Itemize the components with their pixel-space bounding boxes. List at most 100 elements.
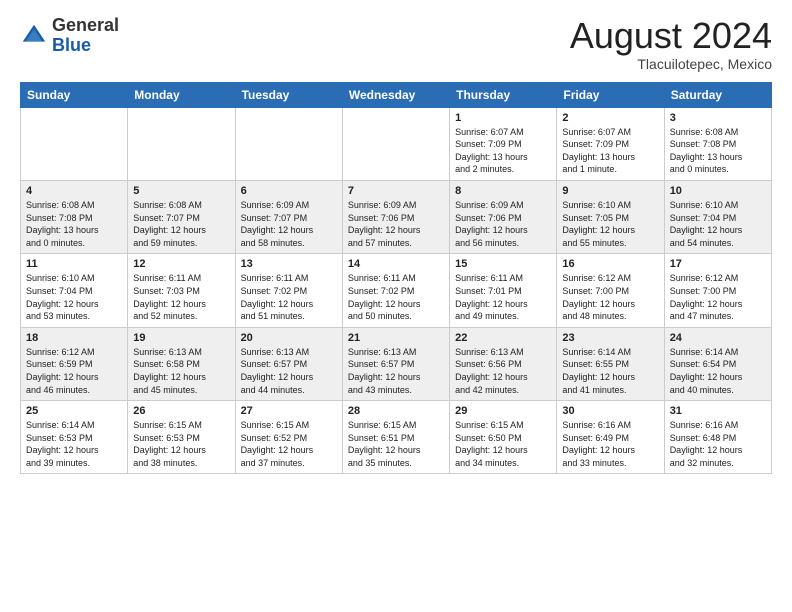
- calendar-week-3: 11 Sunrise: 6:10 AM Sunset: 7:04 PM Dayli…: [21, 254, 772, 327]
- calendar-cell: 31Sunrise: 6:16 AM Sunset: 6:48 PM Dayli…: [664, 401, 771, 474]
- title-block: August 2024 Tlacuilotepec, Mexico: [570, 16, 772, 72]
- day-number: 12: [133, 258, 229, 270]
- calendar-cell: 18 Sunrise: 6:12 AM Sunset: 6:59 PM Dayli…: [21, 327, 128, 400]
- day-number: 8: [455, 185, 551, 197]
- day-number: 20: [241, 332, 337, 344]
- day-info: Sunrise: 6:13 AM Sunset: 6:57 PM Dayligh…: [348, 346, 444, 396]
- calendar-week-4: 18 Sunrise: 6:12 AM Sunset: 6:59 PM Dayli…: [21, 327, 772, 400]
- calendar-cell: 14 Sunrise: 6:11 AM Sunset: 7:02 PM Dayli…: [342, 254, 449, 327]
- calendar-cell: 7 Sunrise: 6:09 AM Sunset: 7:06 PM Daylig…: [342, 180, 449, 253]
- calendar-cell: 4Sunrise: 6:08 AM Sunset: 7:08 PM Daylig…: [21, 180, 128, 253]
- calendar-cell: 20 Sunrise: 6:13 AM Sunset: 6:57 PM Dayli…: [235, 327, 342, 400]
- calendar-cell: 30 Sunrise: 6:16 AM Sunset: 6:49 PM Dayli…: [557, 401, 664, 474]
- header: General Blue August 2024 Tlacuilotepec, …: [20, 16, 772, 72]
- day-info: Sunrise: 6:09 AM Sunset: 7:06 PM Dayligh…: [348, 199, 444, 249]
- day-info: Sunrise: 6:11 AM Sunset: 7:01 PM Dayligh…: [455, 272, 551, 322]
- col-header-wednesday: Wednesday: [342, 82, 449, 107]
- calendar-cell: 25Sunrise: 6:14 AM Sunset: 6:53 PM Dayli…: [21, 401, 128, 474]
- calendar-cell: 1 Sunrise: 6:07 AM Sunset: 7:09 PM Daylig…: [450, 107, 557, 180]
- calendar-cell: 23Sunrise: 6:14 AM Sunset: 6:55 PM Dayli…: [557, 327, 664, 400]
- day-info: Sunrise: 6:12 AM Sunset: 7:00 PM Dayligh…: [670, 272, 766, 322]
- calendar-cell: 21 Sunrise: 6:13 AM Sunset: 6:57 PM Dayli…: [342, 327, 449, 400]
- page: General Blue August 2024 Tlacuilotepec, …: [0, 0, 792, 612]
- day-info: Sunrise: 6:14 AM Sunset: 6:54 PM Dayligh…: [670, 346, 766, 396]
- day-info: Sunrise: 6:12 AM Sunset: 7:00 PM Dayligh…: [562, 272, 658, 322]
- day-number: 21: [348, 332, 444, 344]
- day-number: 24: [670, 332, 766, 344]
- day-info: Sunrise: 6:15 AM Sunset: 6:51 PM Dayligh…: [348, 419, 444, 469]
- day-number: 16: [562, 258, 658, 270]
- calendar-cell: 28Sunrise: 6:15 AM Sunset: 6:51 PM Dayli…: [342, 401, 449, 474]
- calendar-cell: 2Sunrise: 6:07 AM Sunset: 7:09 PM Daylig…: [557, 107, 664, 180]
- day-number: 5: [133, 185, 229, 197]
- day-info: Sunrise: 6:13 AM Sunset: 6:56 PM Dayligh…: [455, 346, 551, 396]
- day-info: Sunrise: 6:10 AM Sunset: 7:04 PM Dayligh…: [26, 272, 122, 322]
- calendar-cell: [342, 107, 449, 180]
- col-header-tuesday: Tuesday: [235, 82, 342, 107]
- day-info: Sunrise: 6:09 AM Sunset: 7:07 PM Dayligh…: [241, 199, 337, 249]
- logo-icon: [20, 22, 48, 50]
- day-info: Sunrise: 6:08 AM Sunset: 7:08 PM Dayligh…: [670, 126, 766, 176]
- calendar-cell: 8Sunrise: 6:09 AM Sunset: 7:06 PM Daylig…: [450, 180, 557, 253]
- calendar-cell: 10 Sunrise: 6:10 AM Sunset: 7:04 PM Dayli…: [664, 180, 771, 253]
- day-info: Sunrise: 6:08 AM Sunset: 7:08 PM Dayligh…: [26, 199, 122, 249]
- calendar-cell: 6 Sunrise: 6:09 AM Sunset: 7:07 PM Daylig…: [235, 180, 342, 253]
- calendar-cell: 11 Sunrise: 6:10 AM Sunset: 7:04 PM Dayli…: [21, 254, 128, 327]
- day-number: 13: [241, 258, 337, 270]
- day-number: 17: [670, 258, 766, 270]
- calendar-cell: 26 Sunrise: 6:15 AM Sunset: 6:53 PM Dayli…: [128, 401, 235, 474]
- calendar-cell: 29 Sunrise: 6:15 AM Sunset: 6:50 PM Dayli…: [450, 401, 557, 474]
- calendar-cell: 3Sunrise: 6:08 AM Sunset: 7:08 PM Daylig…: [664, 107, 771, 180]
- day-info: Sunrise: 6:13 AM Sunset: 6:57 PM Dayligh…: [241, 346, 337, 396]
- calendar-cell: [235, 107, 342, 180]
- day-info: Sunrise: 6:11 AM Sunset: 7:02 PM Dayligh…: [348, 272, 444, 322]
- day-info: Sunrise: 6:14 AM Sunset: 6:53 PM Dayligh…: [26, 419, 122, 469]
- calendar-cell: 13 Sunrise: 6:11 AM Sunset: 7:02 PM Dayli…: [235, 254, 342, 327]
- day-info: Sunrise: 6:12 AM Sunset: 6:59 PM Dayligh…: [26, 346, 122, 396]
- calendar-table: SundayMondayTuesdayWednesdayThursdayFrid…: [20, 82, 772, 475]
- day-info: Sunrise: 6:15 AM Sunset: 6:50 PM Dayligh…: [455, 419, 551, 469]
- location: Tlacuilotepec, Mexico: [570, 56, 772, 72]
- calendar-week-1: 1 Sunrise: 6:07 AM Sunset: 7:09 PM Daylig…: [21, 107, 772, 180]
- day-number: 14: [348, 258, 444, 270]
- calendar-week-5: 25Sunrise: 6:14 AM Sunset: 6:53 PM Dayli…: [21, 401, 772, 474]
- day-number: 11: [26, 258, 122, 270]
- logo-general-text: General: [52, 16, 119, 36]
- calendar-cell: 24 Sunrise: 6:14 AM Sunset: 6:54 PM Dayli…: [664, 327, 771, 400]
- day-number: 1: [455, 112, 551, 124]
- day-number: 31: [670, 405, 766, 417]
- day-number: 18: [26, 332, 122, 344]
- day-number: 7: [348, 185, 444, 197]
- day-number: 6: [241, 185, 337, 197]
- calendar-cell: 9 Sunrise: 6:10 AM Sunset: 7:05 PM Daylig…: [557, 180, 664, 253]
- day-info: Sunrise: 6:11 AM Sunset: 7:02 PM Dayligh…: [241, 272, 337, 322]
- day-info: Sunrise: 6:07 AM Sunset: 7:09 PM Dayligh…: [455, 126, 551, 176]
- col-header-friday: Friday: [557, 82, 664, 107]
- day-number: 9: [562, 185, 658, 197]
- day-number: 30: [562, 405, 658, 417]
- day-number: 15: [455, 258, 551, 270]
- day-number: 22: [455, 332, 551, 344]
- calendar-cell: 27Sunrise: 6:15 AM Sunset: 6:52 PM Dayli…: [235, 401, 342, 474]
- logo-blue-text: Blue: [52, 36, 119, 56]
- day-info: Sunrise: 6:10 AM Sunset: 7:05 PM Dayligh…: [562, 199, 658, 249]
- day-number: 26: [133, 405, 229, 417]
- day-number: 19: [133, 332, 229, 344]
- day-number: 29: [455, 405, 551, 417]
- day-info: Sunrise: 6:10 AM Sunset: 7:04 PM Dayligh…: [670, 199, 766, 249]
- calendar-cell: [128, 107, 235, 180]
- day-info: Sunrise: 6:13 AM Sunset: 6:58 PM Dayligh…: [133, 346, 229, 396]
- day-number: 10: [670, 185, 766, 197]
- day-info: Sunrise: 6:16 AM Sunset: 6:49 PM Dayligh…: [562, 419, 658, 469]
- day-info: Sunrise: 6:15 AM Sunset: 6:53 PM Dayligh…: [133, 419, 229, 469]
- calendar-header-row: SundayMondayTuesdayWednesdayThursdayFrid…: [21, 82, 772, 107]
- calendar-cell: [21, 107, 128, 180]
- logo-text: General Blue: [52, 16, 119, 56]
- col-header-sunday: Sunday: [21, 82, 128, 107]
- calendar-cell: 15 Sunrise: 6:11 AM Sunset: 7:01 PM Dayli…: [450, 254, 557, 327]
- calendar-cell: 22 Sunrise: 6:13 AM Sunset: 6:56 PM Dayli…: [450, 327, 557, 400]
- calendar-cell: 16 Sunrise: 6:12 AM Sunset: 7:00 PM Dayli…: [557, 254, 664, 327]
- calendar-cell: 17 Sunrise: 6:12 AM Sunset: 7:00 PM Dayli…: [664, 254, 771, 327]
- day-number: 23: [562, 332, 658, 344]
- day-info: Sunrise: 6:07 AM Sunset: 7:09 PM Dayligh…: [562, 126, 658, 176]
